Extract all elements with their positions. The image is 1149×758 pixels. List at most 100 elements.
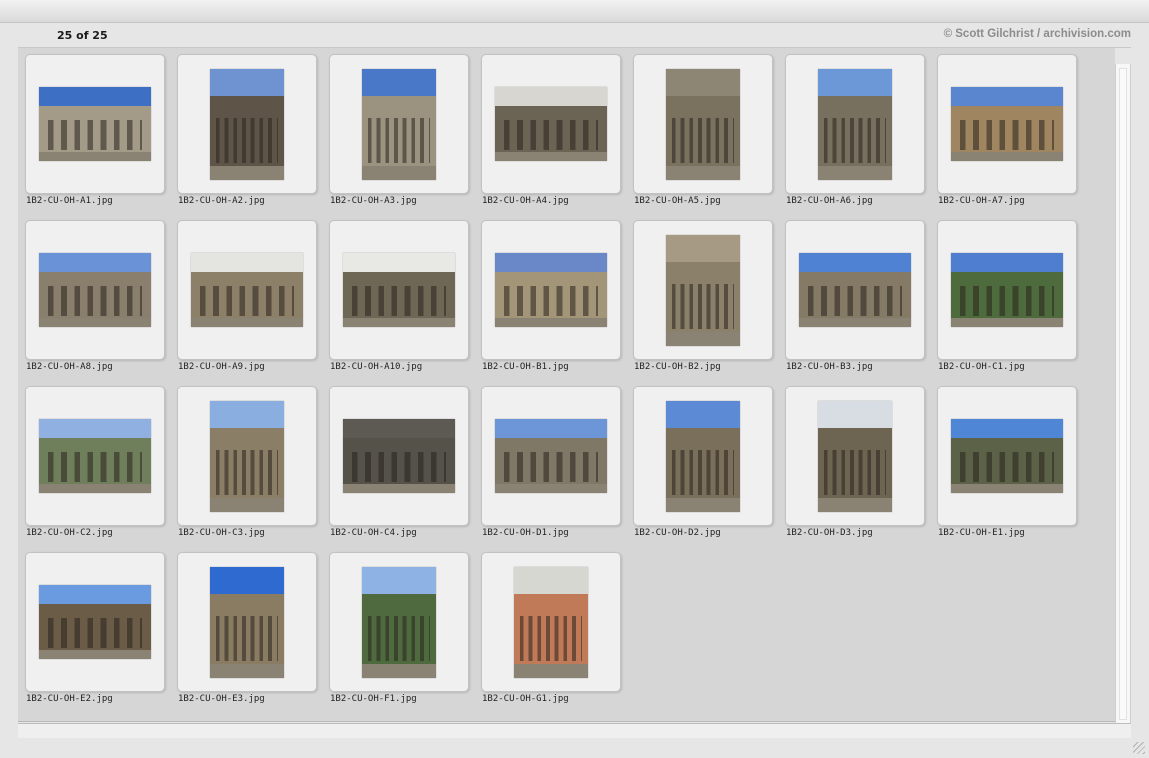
thumbnail-filename: 1B2-CU-OH-A9.jpg bbox=[178, 362, 265, 372]
thumbnail-item[interactable]: 1B2-CU-OH-D2.jpg bbox=[633, 386, 785, 552]
thumbnail-frame[interactable] bbox=[481, 54, 621, 194]
result-count: 25 of 25 bbox=[57, 29, 108, 42]
photo-thumbnail[interactable] bbox=[666, 400, 740, 512]
photo-thumbnail[interactable] bbox=[343, 419, 455, 493]
thumbnail-item[interactable]: 1B2-CU-OH-E1.jpg bbox=[937, 386, 1089, 552]
thumbnail-frame[interactable] bbox=[481, 220, 621, 360]
photo-thumbnail[interactable] bbox=[818, 400, 892, 512]
thumbnail-item[interactable]: 1B2-CU-OH-E3.jpg bbox=[177, 552, 329, 718]
thumbnail-filename: 1B2-CU-OH-D3.jpg bbox=[786, 528, 873, 538]
photo-thumbnail[interactable] bbox=[343, 253, 455, 327]
thumbnail-frame[interactable] bbox=[25, 386, 165, 526]
photo-thumbnail[interactable] bbox=[191, 253, 303, 327]
photo-thumbnail[interactable] bbox=[951, 253, 1063, 327]
thumbnail-frame[interactable] bbox=[481, 386, 621, 526]
photo-thumbnail[interactable] bbox=[362, 566, 436, 678]
thumbnail-frame[interactable] bbox=[177, 54, 317, 194]
thumbnail-frame[interactable] bbox=[633, 386, 773, 526]
thumbnail-item[interactable]: 1B2-CU-OH-A2.jpg bbox=[177, 54, 329, 220]
thumbnail-item[interactable]: 1B2-CU-OH-A3.jpg bbox=[329, 54, 481, 220]
scrollbar-track[interactable] bbox=[1119, 68, 1127, 720]
thumbnail-frame[interactable] bbox=[25, 220, 165, 360]
thumbnail-filename: 1B2-CU-OH-C4.jpg bbox=[330, 528, 417, 538]
thumbnail-item[interactable]: 1B2-CU-OH-A10.jpg bbox=[329, 220, 481, 386]
gallery-header: 25 of 25 © Scott Gilchrist / archivision… bbox=[18, 23, 1131, 48]
photo-thumbnail[interactable] bbox=[495, 253, 607, 327]
photo-thumbnail[interactable] bbox=[39, 253, 151, 327]
thumbnail-item[interactable]: 1B2-CU-OH-A4.jpg bbox=[481, 54, 633, 220]
photo-thumbnail[interactable] bbox=[39, 585, 151, 659]
thumbnail-frame[interactable] bbox=[25, 54, 165, 194]
thumbnail-frame[interactable] bbox=[937, 386, 1077, 526]
photo-thumbnail[interactable] bbox=[514, 566, 588, 678]
thumbnail-frame[interactable] bbox=[481, 552, 621, 692]
thumbnail-frame[interactable] bbox=[785, 220, 925, 360]
resize-grip-icon[interactable] bbox=[1133, 742, 1145, 754]
thumbnail-item[interactable]: 1B2-CU-OH-A8.jpg bbox=[25, 220, 177, 386]
photo-thumbnail[interactable] bbox=[39, 87, 151, 161]
photo-thumbnail[interactable] bbox=[210, 68, 284, 180]
thumbnail-item[interactable]: 1B2-CU-OH-C1.jpg bbox=[937, 220, 1089, 386]
photo-thumbnail[interactable] bbox=[362, 68, 436, 180]
thumbnail-item[interactable]: 1B2-CU-OH-F1.jpg bbox=[329, 552, 481, 718]
thumbnail-filename: 1B2-CU-OH-D2.jpg bbox=[634, 528, 721, 538]
thumbnail-frame[interactable] bbox=[329, 220, 469, 360]
thumbnail-item[interactable]: 1B2-CU-OH-A1.jpg bbox=[25, 54, 177, 220]
thumbnail-item[interactable]: 1B2-CU-OH-B2.jpg bbox=[633, 220, 785, 386]
status-bar bbox=[18, 723, 1131, 738]
thumbnail-item[interactable]: 1B2-CU-OH-A7.jpg bbox=[937, 54, 1089, 220]
thumbnail-grid: 1B2-CU-OH-A1.jpg 1B2-CU-OH-A2.jpg 1B2-CU-O… bbox=[25, 54, 1089, 718]
thumbnail-item[interactable]: 1B2-CU-OH-A5.jpg bbox=[633, 54, 785, 220]
thumbnail-filename: 1B2-CU-OH-G1.jpg bbox=[482, 694, 569, 704]
thumbnail-item[interactable]: 1B2-CU-OH-C2.jpg bbox=[25, 386, 177, 552]
thumbnail-item[interactable]: 1B2-CU-OH-D1.jpg bbox=[481, 386, 633, 552]
thumbnail-filename: 1B2-CU-OH-A6.jpg bbox=[786, 196, 873, 206]
thumbnail-item[interactable]: 1B2-CU-OH-C4.jpg bbox=[329, 386, 481, 552]
thumbnail-item[interactable]: 1B2-CU-OH-B1.jpg bbox=[481, 220, 633, 386]
window-title-bar bbox=[0, 0, 1149, 23]
photo-thumbnail[interactable] bbox=[495, 87, 607, 161]
thumbnail-frame[interactable] bbox=[785, 386, 925, 526]
vertical-scrollbar[interactable] bbox=[1115, 64, 1131, 724]
thumbnail-frame[interactable] bbox=[329, 552, 469, 692]
thumbnail-frame[interactable] bbox=[633, 220, 773, 360]
thumbnail-filename: 1B2-CU-OH-A3.jpg bbox=[330, 196, 417, 206]
thumbnail-frame[interactable] bbox=[785, 54, 925, 194]
thumbnail-item[interactable]: 1B2-CU-OH-C3.jpg bbox=[177, 386, 329, 552]
photo-thumbnail[interactable] bbox=[39, 419, 151, 493]
thumbnail-frame[interactable] bbox=[177, 220, 317, 360]
photo-thumbnail[interactable] bbox=[210, 400, 284, 512]
photo-thumbnail[interactable] bbox=[495, 419, 607, 493]
photo-thumbnail[interactable] bbox=[818, 68, 892, 180]
thumbnail-frame[interactable] bbox=[329, 54, 469, 194]
photo-thumbnail[interactable] bbox=[951, 87, 1063, 161]
thumbnail-frame[interactable] bbox=[633, 54, 773, 194]
thumbnail-frame[interactable] bbox=[937, 54, 1077, 194]
photo-thumbnail[interactable] bbox=[666, 68, 740, 180]
thumbnail-frame[interactable] bbox=[177, 386, 317, 526]
thumbnail-filename: 1B2-CU-OH-B3.jpg bbox=[786, 362, 873, 372]
thumbnail-item[interactable]: 1B2-CU-OH-G1.jpg bbox=[481, 552, 633, 718]
thumbnail-filename: 1B2-CU-OH-C2.jpg bbox=[26, 528, 113, 538]
thumbnail-filename: 1B2-CU-OH-C1.jpg bbox=[938, 362, 1025, 372]
photo-thumbnail[interactable] bbox=[799, 253, 911, 327]
thumbnail-frame[interactable] bbox=[25, 552, 165, 692]
thumbnail-item[interactable]: 1B2-CU-OH-A6.jpg bbox=[785, 54, 937, 220]
thumbnail-frame[interactable] bbox=[937, 220, 1077, 360]
thumbnail-filename: 1B2-CU-OH-A1.jpg bbox=[26, 196, 113, 206]
photo-thumbnail[interactable] bbox=[210, 566, 284, 678]
thumbnail-filename: 1B2-CU-OH-A2.jpg bbox=[178, 196, 265, 206]
thumbnail-item[interactable]: 1B2-CU-OH-B3.jpg bbox=[785, 220, 937, 386]
thumbnail-frame[interactable] bbox=[177, 552, 317, 692]
thumbnail-frame[interactable] bbox=[329, 386, 469, 526]
thumbnail-item[interactable]: 1B2-CU-OH-E2.jpg bbox=[25, 552, 177, 718]
thumbnail-item[interactable]: 1B2-CU-OH-D3.jpg bbox=[785, 386, 937, 552]
thumbnail-item[interactable]: 1B2-CU-OH-A9.jpg bbox=[177, 220, 329, 386]
thumbnail-filename: 1B2-CU-OH-B1.jpg bbox=[482, 362, 569, 372]
thumbnail-filename: 1B2-CU-OH-E2.jpg bbox=[26, 694, 113, 704]
thumbnail-filename: 1B2-CU-OH-B2.jpg bbox=[634, 362, 721, 372]
photo-thumbnail[interactable] bbox=[666, 234, 740, 346]
thumbnail-filename: 1B2-CU-OH-A4.jpg bbox=[482, 196, 569, 206]
photo-thumbnail[interactable] bbox=[951, 419, 1063, 493]
thumbnail-filename: 1B2-CU-OH-D1.jpg bbox=[482, 528, 569, 538]
